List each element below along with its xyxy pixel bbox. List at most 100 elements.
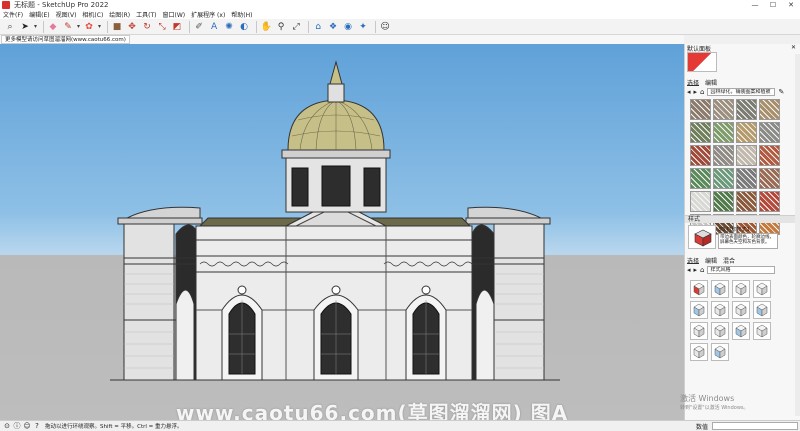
menu-window[interactable]: 窗口(W): [163, 10, 186, 19]
eraser-icon[interactable]: ◆: [47, 21, 59, 33]
style-thumbnail-item[interactable]: [711, 322, 729, 340]
user-icon[interactable]: ☺: [23, 422, 31, 430]
material-swatch[interactable]: [690, 99, 711, 120]
offset-icon[interactable]: ◩: [171, 21, 183, 33]
activation-title: 激活 Windows: [680, 394, 735, 403]
help-icon[interactable]: ?: [33, 422, 41, 430]
menu-camera[interactable]: 相机(C): [82, 10, 103, 19]
material-swatch[interactable]: [690, 191, 711, 212]
menu-view[interactable]: 视图(V): [56, 10, 77, 19]
close-icon[interactable]: ✕: [782, 0, 800, 10]
current-material-swatch[interactable]: [687, 52, 717, 72]
style-thumbnail-item[interactable]: [753, 301, 771, 319]
pan-icon[interactable]: ✋: [260, 21, 272, 33]
material-swatch[interactable]: [713, 145, 734, 166]
menu-edit[interactable]: 编辑(E): [29, 10, 49, 19]
forward-arrow-icon[interactable]: ▸: [694, 266, 698, 274]
maximize-icon[interactable]: ☐: [764, 0, 782, 10]
styles-panel-header[interactable]: 样式: [685, 215, 800, 223]
material-swatch[interactable]: [713, 99, 734, 120]
material-swatch[interactable]: [759, 168, 780, 189]
orbit-icon[interactable]: ◐: [238, 21, 250, 33]
tray-scrollbar[interactable]: [795, 54, 800, 416]
back-arrow-icon[interactable]: ◂: [687, 266, 691, 274]
close-icon[interactable]: ✕: [791, 44, 796, 51]
move-icon[interactable]: ✥: [126, 21, 138, 33]
material-swatch[interactable]: [713, 168, 734, 189]
zoom-extents-icon[interactable]: ⤢: [290, 21, 302, 33]
material-swatch[interactable]: [713, 191, 734, 212]
menu-tools[interactable]: 工具(T): [136, 10, 156, 19]
material-swatch[interactable]: [759, 122, 780, 143]
credits-icon[interactable]: ⓘ: [13, 422, 21, 430]
shapes-icon[interactable]: ✿: [83, 21, 95, 33]
forward-arrow-icon[interactable]: ▸: [694, 88, 698, 96]
select-arrow-icon[interactable]: ➤: [19, 21, 31, 33]
style-builder-icon[interactable]: ✦: [357, 21, 369, 33]
menu-draw[interactable]: 绘图(R): [109, 10, 130, 19]
tape-measure-icon[interactable]: ✐: [193, 21, 205, 33]
style-thumbnail-item[interactable]: [732, 301, 750, 319]
material-swatch[interactable]: [736, 168, 757, 189]
account-icon[interactable]: ☺: [379, 21, 391, 33]
style-description: 带边表面颜色，轮廓边线，屏幕色天空和灰色背景。: [718, 233, 778, 249]
text-icon[interactable]: A: [208, 21, 220, 33]
extension-warehouse-icon[interactable]: ❖: [327, 21, 339, 33]
scale-icon[interactable]: ⤡: [156, 21, 168, 33]
menu-help[interactable]: 帮助(H): [231, 10, 252, 19]
back-arrow-icon[interactable]: ◂: [687, 88, 691, 96]
chevron-down-icon[interactable]: ▾: [34, 23, 37, 30]
material-swatch[interactable]: [690, 122, 711, 143]
material-swatch[interactable]: [736, 145, 757, 166]
style-thumbnail-item[interactable]: [711, 343, 729, 361]
style-thumbnail-item[interactable]: [732, 322, 750, 340]
eyedropper-icon[interactable]: ✎: [778, 88, 784, 96]
model-viewport[interactable]: www.caotu66.com(草图溜溜网) 图A: [0, 44, 684, 420]
style-tab-edit[interactable]: 编辑: [705, 256, 717, 265]
style-thumbnail-item[interactable]: [690, 322, 708, 340]
material-swatch[interactable]: [759, 191, 780, 212]
style-thumbnail-item[interactable]: [753, 322, 771, 340]
material-swatch[interactable]: [713, 122, 734, 143]
material-swatch[interactable]: [736, 122, 757, 143]
tab-select[interactable]: 选择: [687, 78, 700, 87]
material-swatch[interactable]: [759, 99, 780, 120]
paint-bucket-icon[interactable]: ✺: [223, 21, 235, 33]
style-library-select[interactable]: 样式风格: [707, 266, 776, 274]
push-pull-icon[interactable]: ■: [111, 21, 123, 33]
style-thumbnail-item[interactable]: [690, 301, 708, 319]
zoom-icon[interactable]: ⚲: [275, 21, 287, 33]
toolbar-separator: [43, 20, 45, 33]
material-swatch[interactable]: [690, 168, 711, 189]
measurements-input[interactable]: [712, 422, 798, 430]
style-thumbnail-item[interactable]: [732, 280, 750, 298]
layout-icon[interactable]: ◉: [342, 21, 354, 33]
style-thumbnail-item[interactable]: [753, 280, 771, 298]
chevron-down-icon[interactable]: ▾: [98, 23, 101, 30]
windows-activation-notice: 激活 Windows 转到"设置"以激活 Windows。: [680, 393, 749, 411]
style-thumbnail-item[interactable]: [711, 301, 729, 319]
rotate-icon[interactable]: ↻: [141, 21, 153, 33]
menu-extensions[interactable]: 扩展程序 (x): [191, 10, 225, 19]
material-swatch[interactable]: [736, 99, 757, 120]
style-thumbnail-item[interactable]: [711, 280, 729, 298]
warehouse-icon[interactable]: ⌂: [312, 21, 324, 33]
minimize-icon[interactable]: —: [746, 0, 764, 10]
material-swatch[interactable]: [736, 191, 757, 212]
home-icon[interactable]: ⌂: [700, 266, 704, 274]
material-swatch[interactable]: [690, 145, 711, 166]
geo-location-icon[interactable]: ⊙: [3, 422, 11, 430]
style-tab-select[interactable]: 选择: [687, 256, 700, 265]
material-library-select[interactable]: 园林绿化，铺装图案和植被: [707, 88, 776, 96]
style-thumbnail-item[interactable]: [690, 280, 708, 298]
pencil-icon[interactable]: ✎: [62, 21, 74, 33]
tab-edit[interactable]: 编辑: [705, 78, 717, 87]
scene-tab[interactable]: 更多模型请访问草图溜溜网(www.caotu66.com): [1, 35, 130, 44]
search-icon[interactable]: ⌕: [4, 21, 16, 33]
home-icon[interactable]: ⌂: [700, 88, 704, 96]
chevron-down-icon[interactable]: ▾: [77, 23, 80, 30]
style-thumbnail-item[interactable]: [690, 343, 708, 361]
menu-file[interactable]: 文件(F): [3, 10, 23, 19]
material-swatch[interactable]: [759, 145, 780, 166]
style-tab-mix[interactable]: 混合: [723, 256, 735, 265]
